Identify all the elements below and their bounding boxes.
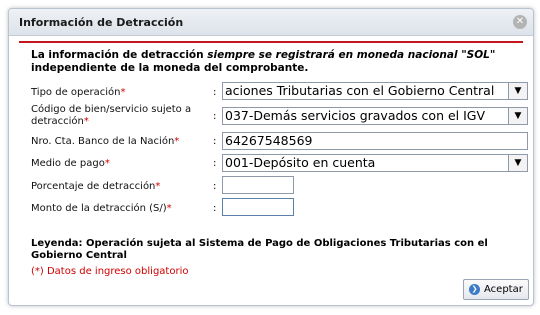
monto-label-text: Monto de la detracción (S/) <box>31 203 167 214</box>
colon: : <box>213 181 217 192</box>
chevron-down-icon[interactable]: ▼ <box>508 155 527 171</box>
required-mark: * <box>104 158 110 169</box>
tipo-operacion-label: Tipo de operación* <box>31 87 126 99</box>
close-icon[interactable]: ✕ <box>513 15 527 29</box>
intro-text: La información de detracción siempre se … <box>31 49 511 75</box>
tipo-operacion-value: aciones Tributarias con el Gobierno Cent… <box>225 83 495 98</box>
header-divider <box>19 41 523 43</box>
codigo-bien-label-line1: Código de bien/servicio sujeto a <box>31 104 192 115</box>
nro-cta-input[interactable]: 64267548569 <box>222 132 528 150</box>
dialog-title: Información de Detracción <box>19 16 184 29</box>
required-note: (*) Datos de ingreso obligatorio <box>31 266 189 277</box>
colon: : <box>213 158 217 169</box>
porcentaje-label-text: Porcentaje de detracción <box>31 181 156 192</box>
medio-pago-select[interactable]: 001-Depósito en cuenta ▼ <box>222 154 528 172</box>
monto-label: Monto de la detracción (S/)* <box>31 203 172 215</box>
check-circle-icon: ❯ <box>469 284 480 295</box>
colon: : <box>213 87 217 98</box>
medio-pago-label-text: Medio de pago <box>31 158 105 169</box>
tipo-operacion-label-text: Tipo de operación <box>31 87 121 98</box>
intro-part1: La información de detracción <box>31 49 208 61</box>
intro-part2: independiente de la moneda del comproban… <box>31 62 309 74</box>
required-mark: * <box>174 136 180 147</box>
codigo-bien-label-line2: detracción <box>31 116 84 127</box>
required-mark: * <box>166 203 172 214</box>
nro-cta-label-text: Nro. Cta. Banco de la Nación <box>31 136 175 147</box>
accept-button[interactable]: ❯ Aceptar <box>463 279 529 300</box>
medio-pago-value: 001-Depósito en cuenta <box>225 155 376 170</box>
required-mark: * <box>120 87 126 98</box>
accept-label: Aceptar <box>484 284 523 295</box>
codigo-bien-label-line2-wrap: detracción* <box>31 116 191 128</box>
required-mark: * <box>155 181 161 192</box>
intro-italic: siempre se registrará en moneda nacional… <box>207 49 496 61</box>
chevron-down-icon[interactable]: ▼ <box>508 108 527 124</box>
nro-cta-label: Nro. Cta. Banco de la Nación* <box>31 136 179 148</box>
nro-cta-value: 64267548569 <box>225 133 313 148</box>
medio-pago-label: Medio de pago* <box>31 158 110 170</box>
colon: : <box>213 136 217 147</box>
dialog-titlebar[interactable]: Información de Detracción ✕ <box>9 9 533 36</box>
colon: : <box>213 203 217 214</box>
required-mark: * <box>83 116 89 127</box>
detraccion-dialog: Información de Detracción ✕ La informaci… <box>8 8 534 306</box>
legend-text: Leyenda: Operación sujeta al Sistema de … <box>31 238 488 261</box>
monto-input[interactable] <box>222 198 294 216</box>
codigo-bien-value: 037-Demás servicios gravados con el IGV <box>225 108 486 123</box>
tipo-operacion-select[interactable]: aciones Tributarias con el Gobierno Cent… <box>222 82 528 100</box>
colon: : <box>213 111 217 122</box>
codigo-bien-select[interactable]: 037-Demás servicios gravados con el IGV … <box>222 107 528 125</box>
chevron-down-icon[interactable]: ▼ <box>508 83 527 99</box>
porcentaje-input[interactable] <box>222 176 294 194</box>
codigo-bien-label: Código de bien/servicio sujeto a detracc… <box>31 104 191 128</box>
porcentaje-label: Porcentaje de detracción* <box>31 181 160 193</box>
